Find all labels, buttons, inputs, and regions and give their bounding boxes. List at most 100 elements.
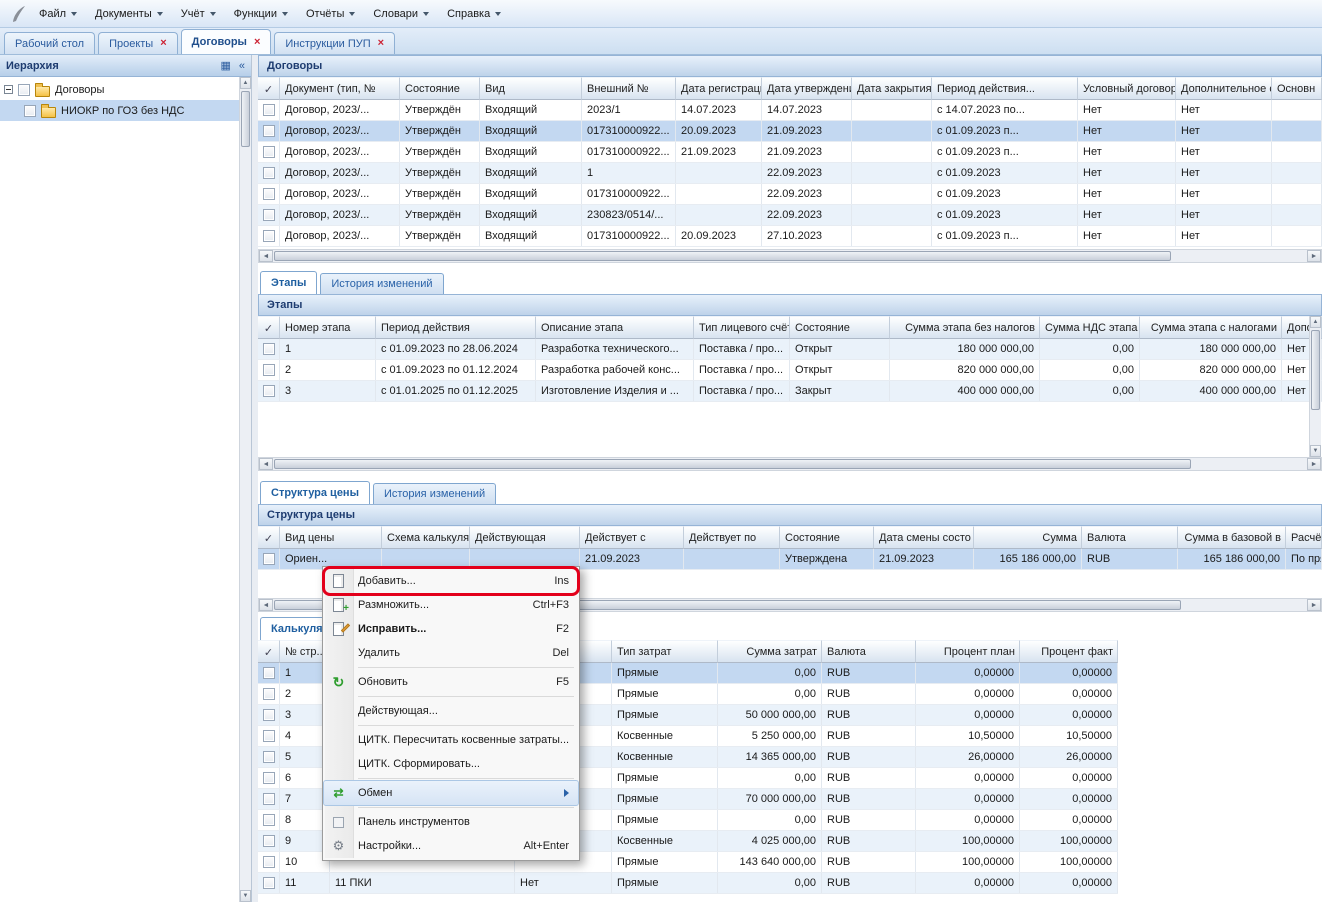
tree-node-2[interactable]: НИОКР по ГОЗ без НДС [0, 100, 239, 121]
menubar-item-4[interactable]: Функции [225, 0, 297, 27]
row-checkbox[interactable] [263, 230, 275, 242]
checkbox-column-header[interactable]: ✓ [258, 77, 280, 100]
row-checkbox[interactable] [263, 209, 275, 221]
column-header[interactable]: Валюта [822, 640, 916, 663]
scroll-thumb[interactable] [274, 459, 1191, 469]
column-header[interactable]: Вид цены [280, 526, 382, 549]
column-header[interactable]: Условный договор [1078, 77, 1176, 100]
column-header[interactable]: Сумма [974, 526, 1082, 549]
row-checkbox[interactable] [263, 104, 275, 116]
tab-close-icon[interactable]: × [160, 38, 166, 49]
row-checkbox[interactable] [263, 343, 275, 355]
column-header[interactable]: Сумма этапа без налогов [890, 316, 1040, 339]
column-header[interactable]: Вид [480, 77, 582, 100]
stages-hscrollbar[interactable]: ◄ ► [258, 457, 1322, 471]
context-menu-item-2[interactable]: +Размножить...Ctrl+F3 [324, 593, 578, 617]
column-header[interactable]: Состояние [400, 77, 480, 100]
scroll-thumb[interactable] [1311, 330, 1320, 410]
column-header[interactable]: Сумма этапа с налогами [1140, 316, 1282, 339]
row-checkbox[interactable] [263, 835, 275, 847]
table-row[interactable]: Договор, 2023/...УтверждёнВходящий017310… [258, 226, 1322, 247]
menubar-item-3[interactable]: Учёт [172, 0, 225, 27]
row-checkbox[interactable] [263, 188, 275, 200]
column-header[interactable]: Период действия [376, 316, 536, 339]
column-header[interactable]: Действует по [684, 526, 780, 549]
column-header[interactable]: Тип лицевого счёт [694, 316, 790, 339]
column-header[interactable]: Состояние [790, 316, 890, 339]
scroll-up-icon[interactable]: ▲ [1310, 316, 1321, 328]
column-header[interactable]: Дата смены состо [874, 526, 974, 549]
context-menu-item-10[interactable]: ЦИТК. Пересчитать косвенные затраты... [324, 728, 578, 752]
context-menu-item-8[interactable]: Действующая... [324, 699, 578, 723]
table-row[interactable]: Договор, 2023/...УтверждёнВходящий230823… [258, 205, 1322, 226]
column-header[interactable]: Действует с [580, 526, 684, 549]
scroll-thumb[interactable] [274, 251, 1171, 261]
contracts-hscrollbar[interactable]: ◄ ► [258, 249, 1322, 263]
column-header[interactable]: Период действия... [932, 77, 1078, 100]
tree-vscrollbar[interactable]: ▲ ▼ [239, 77, 251, 902]
column-header[interactable]: Процент факт [1020, 640, 1118, 663]
column-header[interactable]: Состояние [780, 526, 874, 549]
column-header[interactable]: Тип затрат [612, 640, 718, 663]
column-header[interactable]: Номер этапа [280, 316, 376, 339]
table-row[interactable]: 1111 ПКИНетПрямые0,00RUB0,000000,00000 [258, 873, 1118, 894]
context-menu-item-1[interactable]: Добавить...Ins [324, 569, 578, 593]
scroll-down-icon[interactable]: ▼ [1310, 445, 1321, 457]
column-header[interactable]: Описание этапа [536, 316, 694, 339]
table-row[interactable]: Договор, 2023/...УтверждёнВходящий122.09… [258, 163, 1322, 184]
scroll-left-icon[interactable]: ◄ [259, 599, 273, 611]
menubar-item-7[interactable]: Справка [438, 0, 510, 27]
price-tab-1[interactable]: Структура цены [260, 481, 370, 504]
stages-tab-2[interactable]: История изменений [320, 273, 443, 294]
context-menu-item-6[interactable]: ↻ОбновитьF5 [324, 670, 578, 694]
row-checkbox[interactable] [263, 730, 275, 742]
row-checkbox[interactable] [263, 751, 275, 763]
row-checkbox[interactable] [263, 793, 275, 805]
row-checkbox[interactable] [263, 709, 275, 721]
stages-vscrollbar[interactable]: ▲ ▼ [1309, 316, 1321, 457]
grid-view-icon[interactable]: ▦ [220, 59, 230, 72]
tree-checkbox[interactable] [24, 105, 36, 117]
column-header[interactable]: Схема калькуляци [382, 526, 470, 549]
table-row[interactable]: Договор, 2023/...УтверждёнВходящий017310… [258, 121, 1322, 142]
menubar-item-5[interactable]: Отчёты [297, 0, 364, 27]
column-header[interactable]: Сумма в базовой в [1178, 526, 1286, 549]
table-row[interactable]: 3с 01.01.2025 по 01.12.2025Изготовление … [258, 381, 1322, 402]
column-header[interactable]: Дополнительное с [1176, 77, 1272, 100]
checkbox-column-header[interactable]: ✓ [258, 316, 280, 339]
scroll-thumb[interactable] [241, 91, 250, 147]
row-checkbox[interactable] [263, 814, 275, 826]
context-menu-item-13[interactable]: ⇄Обмен [324, 781, 578, 805]
column-header[interactable]: Дата регистрации [676, 77, 762, 100]
row-checkbox[interactable] [263, 125, 275, 137]
tab-1[interactable]: Рабочий стол [4, 32, 95, 54]
column-header[interactable]: Дата закрытия [852, 77, 932, 100]
tree-collapse-icon[interactable] [4, 85, 13, 94]
scroll-left-icon[interactable]: ◄ [259, 458, 273, 470]
row-checkbox[interactable] [263, 553, 275, 565]
tab-2[interactable]: Проекты× [98, 32, 178, 54]
scroll-right-icon[interactable]: ► [1307, 458, 1321, 470]
context-menu-item-4[interactable]: УдалитьDel [324, 641, 578, 665]
table-row[interactable]: Договор, 2023/...УтверждёнВходящий2023/1… [258, 100, 1322, 121]
row-checkbox[interactable] [263, 667, 275, 679]
row-checkbox[interactable] [263, 772, 275, 784]
column-header[interactable]: Сумма НДС этапа [1040, 316, 1140, 339]
tab-4[interactable]: Инструкции ПУП× [274, 32, 395, 54]
price-tab-2[interactable]: История изменений [373, 483, 496, 504]
scroll-down-icon[interactable]: ▼ [240, 890, 251, 902]
table-row[interactable]: Договор, 2023/...УтверждёнВходящий017310… [258, 184, 1322, 205]
tab-close-icon[interactable]: × [378, 38, 384, 49]
context-menu-item-16[interactable]: ⚙Настройки...Alt+Enter [324, 834, 578, 858]
row-checkbox[interactable] [263, 856, 275, 868]
menubar-item-1[interactable]: Файл [30, 0, 86, 27]
context-menu-item-11[interactable]: ЦИТК. Сформировать... [324, 752, 578, 776]
context-menu-item-15[interactable]: Панель инструментов [324, 810, 578, 834]
column-header[interactable]: Дата утверждения [762, 77, 852, 100]
checkbox-column-header[interactable]: ✓ [258, 526, 280, 549]
scroll-left-icon[interactable]: ◄ [259, 250, 273, 262]
table-row[interactable]: 2с 01.09.2023 по 01.12.2024Разработка ра… [258, 360, 1322, 381]
row-checkbox[interactable] [263, 877, 275, 889]
column-header[interactable]: Валюта [1082, 526, 1178, 549]
tab-3[interactable]: Договоры× [181, 29, 272, 54]
